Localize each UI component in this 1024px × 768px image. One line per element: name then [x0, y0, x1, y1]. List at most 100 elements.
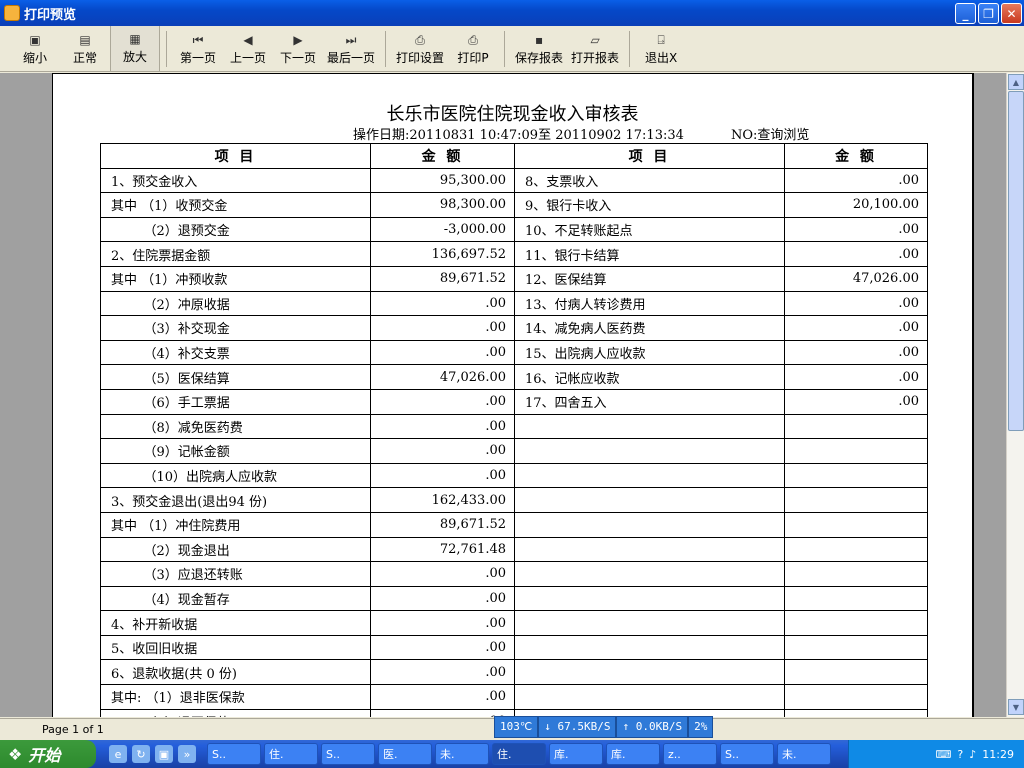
scroll-up-icon[interactable]: ▲: [1008, 74, 1024, 90]
taskbar-button[interactable]: 住.: [264, 743, 318, 765]
taskbar-button[interactable]: 未.: [435, 743, 489, 765]
right-amount-cell: [784, 536, 928, 563]
vertical-scrollbar[interactable]: ▲ ▼: [1006, 73, 1024, 717]
table-row: （2）退预交金 -3,000.00 10、不足转账起点 .00: [100, 216, 928, 243]
title-bar[interactable]: 打印预览 _ ❐ ✕: [0, 0, 1024, 26]
next-page-button[interactable]: ▶ 下一页: [273, 26, 323, 72]
right-amount-cell: .00: [784, 167, 928, 194]
exit-button[interactable]: ⍈ 退出X: [636, 26, 686, 72]
save-report-button[interactable]: ▪ 保存报表: [511, 26, 567, 72]
right-amount-cell: [784, 462, 928, 489]
scroll-down-icon[interactable]: ▼: [1008, 699, 1024, 715]
taskbar-button[interactable]: S..: [720, 743, 774, 765]
keyboard-icon[interactable]: ⌨: [936, 748, 952, 761]
toolbar-label: 打开报表: [571, 51, 620, 65]
left-item-cell: （9）记帐金额: [100, 438, 371, 464]
zoom-out-icon: ▣: [29, 33, 41, 47]
left-amount-cell: .00: [370, 438, 515, 464]
zoom-in-button[interactable]: ▦ 放大: [110, 26, 160, 72]
left-amount-cell: 72,761.48: [370, 536, 515, 563]
zoom-out-button[interactable]: ▣ 缩小: [10, 26, 60, 72]
help-icon[interactable]: ?: [957, 748, 963, 761]
prev-page-button[interactable]: ◀ 上一页: [223, 26, 273, 72]
right-amount-cell: [784, 610, 928, 636]
network-monitor: 103℃ ↓ 67.5KB/S ↑ 0.0KB/S 2%: [494, 716, 714, 738]
refresh-icon[interactable]: ↻: [132, 745, 150, 763]
close-button[interactable]: ✕: [1001, 3, 1022, 24]
left-amount-cell: .00: [370, 462, 515, 489]
right-item-cell: [514, 585, 785, 612]
taskbar-button[interactable]: z..: [663, 743, 717, 765]
right-amount-cell: [784, 561, 928, 587]
window-title: 打印预览: [24, 7, 77, 23]
right-amount-cell: [784, 659, 928, 686]
app-icon[interactable]: ▣: [155, 745, 173, 763]
left-amount-cell: 47,026.00: [370, 364, 515, 390]
scroll-thumb[interactable]: [1008, 91, 1024, 431]
left-item-cell: （10）出院病人应收款: [100, 462, 371, 489]
taskbar-button[interactable]: 住.: [492, 743, 546, 765]
report-title: 长乐市医院住院现金收入审核表: [386, 104, 639, 125]
left-amount-cell: .00: [370, 585, 515, 612]
taskbar-button[interactable]: S..: [207, 743, 261, 765]
windows-logo-icon: ❖: [8, 744, 23, 764]
right-item-cell: 14、减免病人医药费: [514, 315, 785, 341]
toolbar-label: 最后一页: [327, 51, 376, 65]
right-item-cell: 10、不足转账起点: [514, 216, 785, 243]
ie-icon[interactable]: e: [109, 745, 127, 763]
open-report-button[interactable]: ▱ 打开报表: [567, 26, 623, 72]
left-amount-cell: .00: [370, 708, 515, 717]
taskbar-button[interactable]: S..: [321, 743, 375, 765]
left-amount-cell: .00: [370, 388, 515, 415]
toolbar-label: 保存报表: [515, 51, 564, 65]
right-amount-cell: [784, 438, 928, 464]
right-item-cell: 13、付病人转诊费用: [514, 290, 785, 317]
printer-icon: ⎙: [468, 33, 478, 47]
cpu-usage: 2%: [688, 716, 714, 738]
maximize-button[interactable]: ❐: [978, 3, 999, 24]
right-amount-cell: .00: [784, 388, 928, 415]
table-row: 1、预交金收入 95,300.00 8、支票收入 .00: [100, 167, 928, 194]
taskbar-button[interactable]: 库.: [549, 743, 603, 765]
table-row: 5、收回旧收据 .00: [100, 634, 928, 661]
last-page-button[interactable]: ⏭ 最后一页: [323, 26, 379, 72]
left-amount-cell: .00: [370, 610, 515, 636]
print-button[interactable]: ⎙ 打印P: [448, 26, 498, 72]
table-row: 4、补开新收据 .00: [100, 610, 928, 636]
toolbar-separator: [504, 31, 506, 67]
table-row: （3）应退还转账 .00: [100, 561, 928, 587]
toolbar-separator: [385, 31, 387, 67]
save-icon: ▪: [534, 33, 544, 47]
table-row: （3）补交现金 .00 14、减免病人医药费 .00: [100, 315, 928, 341]
preview-area[interactable]: 长乐市医院住院现金收入审核表 操作日期:20110831 10:47:09至 2…: [0, 73, 1006, 717]
toolbar-label: 退出X: [644, 51, 678, 65]
normal-button[interactable]: ▤ 正常: [60, 26, 110, 72]
volume-icon[interactable]: ♪: [969, 748, 976, 761]
left-amount-cell: .00: [370, 561, 515, 587]
more-icon[interactable]: »: [178, 745, 196, 763]
print-setup-button[interactable]: ⎙ 打印设置: [392, 26, 448, 72]
taskbar-button[interactable]: 医.: [378, 743, 432, 765]
right-amount-cell: [784, 487, 928, 513]
left-amount-cell: 98,300.00: [370, 192, 515, 218]
print-setup-icon: ⎙: [415, 33, 425, 47]
minimize-button[interactable]: _: [955, 3, 976, 24]
left-item-cell: （4）现金暂存: [100, 585, 371, 612]
toolbar-label: 下一页: [279, 51, 316, 65]
system-tray: ⌨ ? ♪ 11:29: [848, 740, 1024, 768]
right-item-cell: [514, 561, 785, 587]
toolbar-label: 打印P: [457, 51, 489, 65]
toolbar-label: 正常: [72, 51, 97, 65]
toolbar-separator: [629, 31, 631, 67]
left-amount-cell: 162,433.00: [370, 487, 515, 513]
left-item-cell: （3）补交现金: [100, 315, 371, 341]
taskbar-button[interactable]: 未.: [777, 743, 831, 765]
taskbar-button[interactable]: 库.: [606, 743, 660, 765]
left-item-cell: 5、收回旧收据: [100, 634, 371, 661]
report-number: NO:查询浏览: [731, 128, 810, 143]
right-item-cell: [514, 487, 785, 513]
left-item-cell: 其中 （1）冲住院费用: [100, 511, 371, 538]
left-item-cell: （4）补交支票: [100, 339, 371, 366]
start-button[interactable]: ❖ 开始: [0, 740, 96, 768]
first-page-button[interactable]: ⏮ 第一页: [173, 26, 223, 72]
